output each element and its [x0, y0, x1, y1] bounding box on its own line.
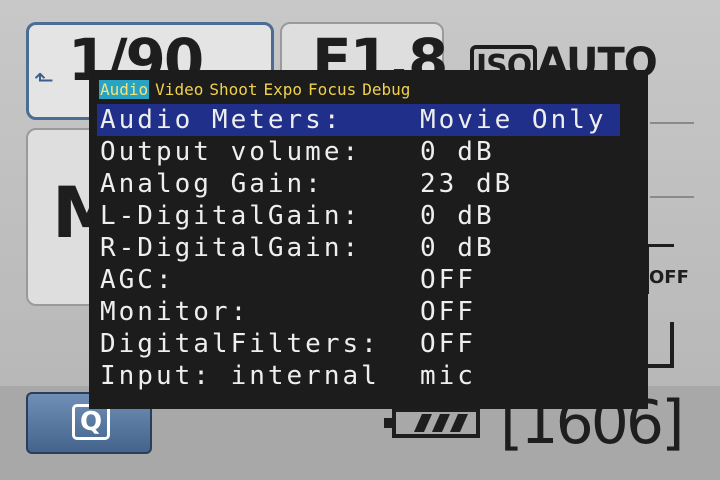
menu-item[interactable]: L-DigitalGain: 0 dB	[97, 200, 620, 232]
menu-tab-bar: Audio Video Shoot Expo Focus Debug	[99, 80, 416, 100]
menu-item-label: AGC:	[100, 265, 175, 295]
q-icon: Q	[72, 404, 110, 440]
menu-item[interactable]: Audio Meters: Movie Only	[97, 104, 620, 136]
tab-audio[interactable]: Audio	[99, 80, 150, 99]
menu-item[interactable]: Output volume: 0 dB	[97, 136, 620, 168]
tab-expo[interactable]: Expo	[264, 80, 303, 99]
menu-item-label: Output volume:	[100, 137, 362, 167]
menu-item-value: mic	[420, 361, 476, 391]
menu-item-label: Audio Meters:	[100, 105, 343, 135]
menu-item-label: R-DigitalGain:	[100, 233, 362, 263]
main-dial-icon: ⬑	[34, 66, 55, 94]
menu-item-label: Monitor:	[100, 297, 250, 327]
battery-icon	[384, 408, 480, 438]
divider	[650, 196, 694, 198]
menu-item[interactable]: Monitor: OFF	[97, 296, 620, 328]
off-setting-icon: OFF	[646, 244, 689, 294]
menu-item-label: Input: internal	[100, 361, 380, 391]
menu-item-value: 0 dB	[420, 233, 495, 263]
menu-item-label: DigitalFilters:	[100, 329, 380, 359]
settings-menu: Audio Video Shoot Expo Focus Debug Audio Mete…	[89, 70, 648, 409]
tab-video[interactable]: Video	[155, 80, 203, 99]
menu-item-label: Analog Gain:	[100, 169, 324, 199]
menu-item-value: OFF	[420, 329, 476, 359]
off-setting-label: OFF	[649, 267, 689, 288]
tab-focus[interactable]: Focus	[308, 80, 356, 99]
menu-item-value: Movie Only	[420, 105, 607, 135]
menu-item[interactable]: Input: internal mic	[97, 360, 620, 392]
tab-shoot[interactable]: Shoot	[209, 80, 257, 99]
divider	[650, 122, 694, 124]
tab-debug[interactable]: Debug	[362, 80, 410, 99]
drive-mode-icon	[646, 322, 674, 368]
menu-item-label: L-DigitalGain:	[100, 201, 362, 231]
menu-item-value: 0 dB	[420, 137, 495, 167]
menu-item[interactable]: Analog Gain: 23 dB	[97, 168, 620, 200]
menu-item[interactable]: R-DigitalGain: 0 dB	[97, 232, 620, 264]
menu-item-value: OFF	[420, 297, 476, 327]
menu-item[interactable]: DigitalFilters: OFF	[97, 328, 620, 360]
menu-item-list: Audio Meters: Movie Only Output volume: 0 d…	[97, 104, 620, 392]
menu-item-value: OFF	[420, 265, 476, 295]
menu-item-value: 0 dB	[420, 201, 495, 231]
menu-item-value: 23 dB	[420, 169, 514, 199]
menu-item[interactable]: AGC: OFF	[97, 264, 620, 296]
